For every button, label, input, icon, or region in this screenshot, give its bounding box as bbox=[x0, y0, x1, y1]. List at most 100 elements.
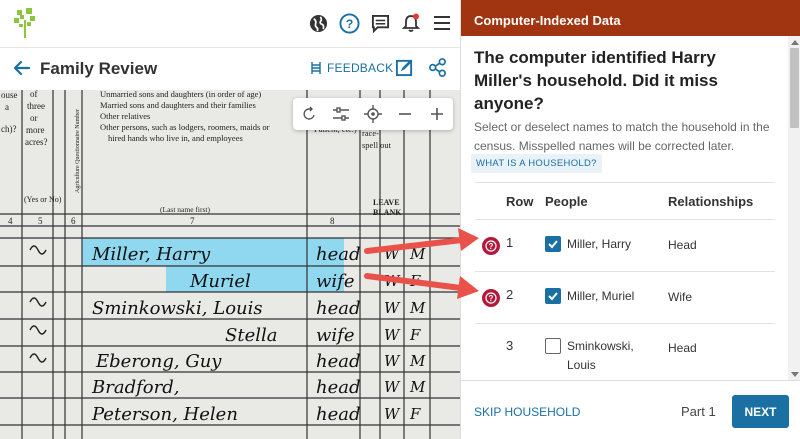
flag-help-icon[interactable]: ? bbox=[482, 289, 500, 307]
census-sex-row-7: F bbox=[409, 405, 421, 423]
census-image-viewer[interactable]: ouse a ch)? of three or more acres? (Yes… bbox=[0, 90, 460, 439]
census-name-row-3: Sminkowski, Louis bbox=[92, 298, 263, 319]
help-icon[interactable]: ? bbox=[338, 12, 360, 34]
census-rel-row-5: head bbox=[316, 351, 361, 372]
household-question: The computer identified Harry Miller's h… bbox=[474, 48, 718, 113]
census-yesno-b: (Yes or No) bbox=[24, 195, 62, 204]
census-header-b3: or bbox=[30, 113, 38, 123]
household-review-panel: Computer-Indexed Data The computer ident… bbox=[460, 0, 800, 439]
panel-scrollbar[interactable] bbox=[788, 36, 800, 380]
census-sex-row-5: M bbox=[409, 352, 426, 370]
page-title-bar: Family Review FEEDBACK bbox=[0, 48, 460, 92]
census-rel-row-1: head bbox=[316, 244, 361, 265]
panel-scroll-area[interactable]: The computer identified Harry Miller's h… bbox=[461, 36, 788, 380]
person-checkbox[interactable] bbox=[545, 236, 561, 252]
row-number: 2 bbox=[506, 287, 514, 302]
table-row: ? 2 Miller, Muriel Wife bbox=[475, 272, 775, 324]
column-header-people: People bbox=[545, 194, 588, 209]
messages-icon[interactable] bbox=[369, 12, 391, 34]
census-col-7: 7 bbox=[190, 216, 195, 226]
scroll-thumb[interactable] bbox=[790, 48, 799, 128]
census-name-row-2: Muriel bbox=[189, 271, 251, 292]
image-toolbar bbox=[293, 98, 453, 130]
census-last-name-first: (Last name first) bbox=[160, 205, 210, 214]
recenter-icon[interactable] bbox=[357, 98, 389, 130]
census-rel-row-3: head bbox=[316, 298, 361, 319]
census-sex-row-2: F bbox=[409, 272, 421, 290]
svg-text:?: ? bbox=[489, 242, 494, 251]
flag-help-icon[interactable]: ? bbox=[482, 237, 500, 255]
census-instruction-5: hired hands who live in, and employees bbox=[108, 133, 243, 143]
household-instructions: Select or deselect names to match the ho… bbox=[474, 120, 770, 153]
census-rel-row-7: head bbox=[316, 404, 361, 425]
census-header-b5: acres? bbox=[25, 137, 47, 147]
census-sex-row-3: M bbox=[409, 299, 426, 317]
census-header-a3: ch)? bbox=[1, 124, 17, 134]
census-agri-header: Agriculture Questionnaire Number bbox=[75, 109, 81, 193]
svg-text:?: ? bbox=[345, 16, 353, 30]
person-name: Sminkowski, Louis bbox=[567, 339, 634, 372]
census-race-row-1: W bbox=[384, 245, 401, 263]
census-image: ouse a ch)? of three or more acres? (Yes… bbox=[0, 90, 460, 439]
person-checkbox[interactable] bbox=[545, 338, 561, 354]
person-name: Miller, Muriel bbox=[567, 289, 635, 303]
census-instruction-3: Other relatives bbox=[100, 111, 150, 121]
edit-note-icon[interactable] bbox=[395, 58, 415, 78]
rotate-icon[interactable] bbox=[293, 98, 325, 130]
census-header-a1: ouse bbox=[1, 90, 18, 100]
part-indicator: Part 1 bbox=[681, 404, 716, 419]
census-sex-row-1: M bbox=[409, 245, 426, 263]
census-name-row-1: Miller, Harry bbox=[91, 244, 211, 265]
feedback-button[interactable]: FEEDBACK bbox=[309, 61, 393, 75]
back-arrow-icon[interactable] bbox=[12, 58, 34, 80]
row-number: 3 bbox=[506, 338, 514, 353]
scroll-down-icon[interactable] bbox=[790, 370, 799, 378]
person-relationship: Head bbox=[668, 341, 697, 355]
census-race-row-7: W bbox=[384, 405, 401, 423]
checkmark-icon bbox=[548, 240, 558, 249]
share-icon[interactable] bbox=[428, 58, 448, 78]
census-sex-row-4: F bbox=[409, 326, 421, 344]
census-instruction-1: Unmarried sons and daughters (in order o… bbox=[100, 90, 261, 99]
panel-footer: SKIP HOUSEHOLD Part 1 NEXT bbox=[461, 380, 800, 439]
census-col-8: 8 bbox=[330, 216, 335, 226]
census-name-row-6: Bradford, bbox=[91, 377, 179, 398]
census-rel-row-6: head bbox=[316, 377, 361, 398]
census-name-row-4: Stella bbox=[225, 325, 277, 346]
table-row: 3 Sminkowski, Louis Head bbox=[475, 324, 775, 376]
scroll-up-icon[interactable] bbox=[790, 38, 799, 46]
feedback-icon bbox=[311, 62, 321, 74]
globe-icon[interactable] bbox=[307, 12, 329, 34]
zoom-out-icon[interactable] bbox=[389, 98, 421, 130]
census-col-4: 4 bbox=[8, 216, 13, 226]
column-header-row: Row bbox=[506, 194, 534, 209]
census-leave-blank-1: LEAVE bbox=[373, 198, 400, 207]
column-header-relationships: Relationships bbox=[668, 194, 754, 209]
census-instruction-2: Married sons and daughters and their fam… bbox=[100, 100, 256, 110]
census-rel-row-4: wife bbox=[316, 325, 354, 346]
census-race-row-2: W bbox=[384, 272, 401, 290]
top-navigation-bar: ? bbox=[0, 0, 460, 48]
skip-household-button[interactable]: SKIP HOUSEHOLD bbox=[474, 405, 580, 419]
census-header-b2: three bbox=[27, 101, 45, 111]
person-checkbox[interactable] bbox=[545, 288, 561, 304]
census-header-a2: a bbox=[5, 102, 9, 112]
panel-header: Computer-Indexed Data bbox=[461, 0, 800, 36]
feedback-label: FEEDBACK bbox=[327, 61, 394, 75]
family-tree-logo-icon[interactable] bbox=[12, 8, 38, 38]
left-pane: ? Family Review FEEDBACK ouse a ch)? of … bbox=[0, 0, 460, 439]
notifications-icon[interactable] bbox=[400, 12, 422, 34]
what-is-household-link[interactable]: WHAT IS A HOUSEHOLD? bbox=[471, 154, 602, 173]
menu-icon[interactable] bbox=[431, 12, 453, 34]
next-button[interactable]: NEXT bbox=[732, 395, 789, 428]
census-race-header-2: spell out bbox=[362, 140, 392, 150]
census-race-row-6: W bbox=[384, 378, 401, 396]
census-col-6: 6 bbox=[71, 216, 76, 226]
checkmark-icon bbox=[548, 292, 558, 301]
census-header-b1: of bbox=[30, 90, 38, 99]
adjust-image-icon[interactable] bbox=[325, 98, 357, 130]
census-race-row-3: W bbox=[384, 299, 401, 317]
zoom-in-icon[interactable] bbox=[421, 98, 453, 130]
row-number: 1 bbox=[506, 235, 514, 250]
page-title: Family Review bbox=[40, 59, 158, 78]
